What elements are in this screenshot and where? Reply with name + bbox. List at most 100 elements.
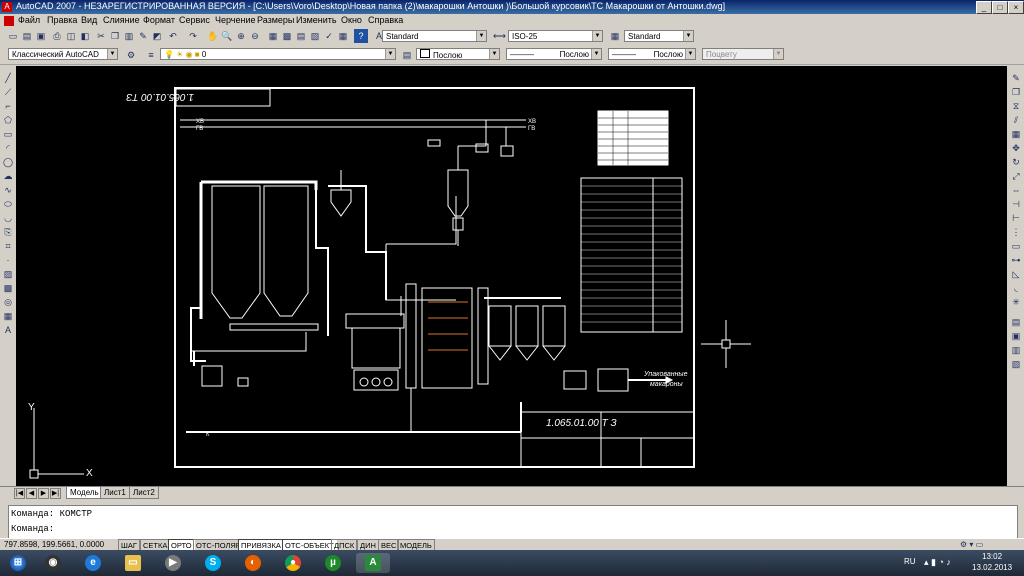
tab-model[interactable]: Модель xyxy=(66,487,103,499)
menu-dimension[interactable]: Размеры xyxy=(257,15,294,25)
zoom-window-icon[interactable]: ⊕ xyxy=(234,29,248,43)
array-icon[interactable]: ▦ xyxy=(1010,128,1022,140)
polyline-icon[interactable]: ⌐ xyxy=(2,100,14,112)
menu-window[interactable]: Окно xyxy=(341,15,362,25)
table-icon[interactable]: ▦ xyxy=(2,310,14,322)
chrome-icon[interactable]: ● xyxy=(276,553,310,573)
inquiry-icon[interactable]: ▧ xyxy=(1010,358,1022,370)
tab-prev-icon[interactable]: ◀ xyxy=(26,488,37,499)
paste-icon[interactable]: ▥ xyxy=(122,29,136,43)
rectangle-icon[interactable]: ▭ xyxy=(2,128,14,140)
menu-merge[interactable]: Слияние xyxy=(103,15,140,25)
tray-icons[interactable]: ▴ ▮ ◔ ♪ xyxy=(924,557,951,568)
tab-sheet1[interactable]: Лист1 xyxy=(100,487,130,499)
mirror-icon[interactable]: ⧖ xyxy=(1010,100,1022,112)
make-layer-current-icon[interactable]: ▤ xyxy=(400,48,414,62)
ellipse-arc-icon[interactable]: ◡ xyxy=(2,212,14,224)
stretch-icon[interactable]: ⇔ xyxy=(1010,184,1022,196)
skype-icon[interactable]: S xyxy=(196,553,230,573)
dim-style-icon[interactable]: ⟷ xyxy=(492,29,506,43)
break-icon[interactable]: ▭ xyxy=(1010,240,1022,252)
join-icon[interactable]: ⊶ xyxy=(1010,254,1022,266)
tab-last-icon[interactable]: ▶| xyxy=(50,488,61,499)
block-editor-icon[interactable]: ◩ xyxy=(150,29,164,43)
menu-edit[interactable]: Правка xyxy=(47,15,77,25)
menu-draw[interactable]: Черчение xyxy=(215,15,256,25)
color-select[interactable]: Послою ▼ xyxy=(416,48,500,60)
calculator-icon[interactable]: ▦ xyxy=(336,29,350,43)
menu-view[interactable]: Вид xyxy=(81,15,97,25)
tray-settings-icon[interactable]: ⚙ ▾ ▭ xyxy=(960,540,983,549)
hatch-icon[interactable]: ▨ xyxy=(2,268,14,280)
start-button[interactable]: ⊞ xyxy=(4,553,32,573)
menu-file[interactable]: Файл xyxy=(18,15,40,25)
group-icon[interactable]: ▣ xyxy=(1010,330,1022,342)
arc-icon[interactable]: ◜ xyxy=(2,142,14,154)
gradient-icon[interactable]: ▩ xyxy=(2,282,14,294)
trim-icon[interactable]: ⊣ xyxy=(1010,198,1022,210)
mtext-icon[interactable]: A xyxy=(2,324,14,336)
preview-icon[interactable]: ◫ xyxy=(64,29,78,43)
layer-select[interactable]: 💡 ☀ ◉ ■ 0 ▼ xyxy=(160,48,396,60)
copy-object-icon[interactable]: ❐ xyxy=(1010,86,1022,98)
break-at-point-icon[interactable]: ⋮ xyxy=(1010,226,1022,238)
close-button[interactable]: × xyxy=(1008,1,1024,14)
taskbar-app-icon[interactable]: ◉ xyxy=(36,553,70,573)
menu-modify[interactable]: Изменить xyxy=(296,15,337,25)
insert-block-icon[interactable]: ⎘ xyxy=(2,226,14,238)
tab-first-icon[interactable]: |◀ xyxy=(14,488,25,499)
command-window[interactable]: Команда: КОМСТР Команда: xyxy=(8,505,1018,539)
menu-help[interactable]: Справка xyxy=(368,15,403,25)
fillet-icon[interactable]: ◟ xyxy=(1010,282,1022,294)
autocad-app-icon[interactable]: A xyxy=(2,2,12,12)
scale-icon[interactable]: ⤢ xyxy=(1010,170,1022,182)
pan-icon[interactable]: ✋ xyxy=(206,29,220,43)
rotate-icon[interactable]: ↻ xyxy=(1010,156,1022,168)
help-icon[interactable]: ? xyxy=(354,29,368,43)
workspace-settings-icon[interactable]: ⚙ xyxy=(124,48,138,62)
line-icon[interactable]: ╱ xyxy=(2,72,14,84)
make-block-icon[interactable]: ⌗ xyxy=(2,240,14,252)
command-prompt[interactable]: Команда: xyxy=(11,524,54,534)
workspace-select[interactable]: Классический AutoCAD ▼ xyxy=(8,48,118,60)
menu-tools[interactable]: Сервис xyxy=(179,15,210,25)
clock-time[interactable]: 13:02 xyxy=(982,552,1002,561)
linetype-select[interactable]: ——— Послою ▼ xyxy=(506,48,602,60)
revision-cloud-icon[interactable]: ☁ xyxy=(2,170,14,182)
circle-icon[interactable]: ◯ xyxy=(2,156,14,168)
open-icon[interactable]: ▤ xyxy=(20,29,34,43)
internet-explorer-icon[interactable]: e xyxy=(76,553,110,573)
sheet-set-icon[interactable]: ▧ xyxy=(308,29,322,43)
table-style-select[interactable]: Standard ▼ xyxy=(624,30,694,42)
cut-icon[interactable]: ✂ xyxy=(94,29,108,43)
maximize-button[interactable]: □ xyxy=(992,1,1008,14)
extend-icon[interactable]: ⊢ xyxy=(1010,212,1022,224)
offset-icon[interactable]: ⫽ xyxy=(1010,114,1022,126)
tab-sheet2[interactable]: Лист2 xyxy=(129,487,159,499)
ellipse-icon[interactable]: ⬭ xyxy=(2,198,14,210)
firefox-icon[interactable]: ◐ xyxy=(236,553,270,573)
chamfer-icon[interactable]: ◺ xyxy=(1010,268,1022,280)
tab-next-icon[interactable]: ▶ xyxy=(38,488,49,499)
new-icon[interactable]: ▭ xyxy=(6,29,20,43)
media-player-icon[interactable]: ▶ xyxy=(156,553,190,573)
erase-icon[interactable]: ✎ xyxy=(1010,72,1022,84)
menu-format[interactable]: Формат xyxy=(143,15,175,25)
minimize-button[interactable]: _ xyxy=(976,1,992,14)
undo-icon[interactable]: ↶ xyxy=(166,29,180,43)
redo-icon[interactable]: ↷ xyxy=(186,29,200,43)
copy-icon[interactable]: ❐ xyxy=(108,29,122,43)
markup-icon[interactable]: ✓ xyxy=(322,29,336,43)
table-style-icon[interactable]: ▦ xyxy=(608,29,622,43)
design-center-icon[interactable]: ▩ xyxy=(280,29,294,43)
tool-palettes-icon[interactable]: ▤ xyxy=(294,29,308,43)
explode-icon[interactable]: ✳ xyxy=(1010,296,1022,308)
layer-tools-icon[interactable]: ▥ xyxy=(1010,344,1022,356)
language-indicator[interactable]: RU xyxy=(904,557,916,566)
clock-date[interactable]: 13.02.2013 xyxy=(972,563,1012,572)
file-explorer-icon[interactable]: ▭ xyxy=(116,553,150,573)
polygon-icon[interactable]: ⬠ xyxy=(2,114,14,126)
construction-line-icon[interactable]: ⟋ xyxy=(2,86,14,98)
doc-icon[interactable] xyxy=(4,16,14,26)
save-icon[interactable]: ▣ xyxy=(34,29,48,43)
